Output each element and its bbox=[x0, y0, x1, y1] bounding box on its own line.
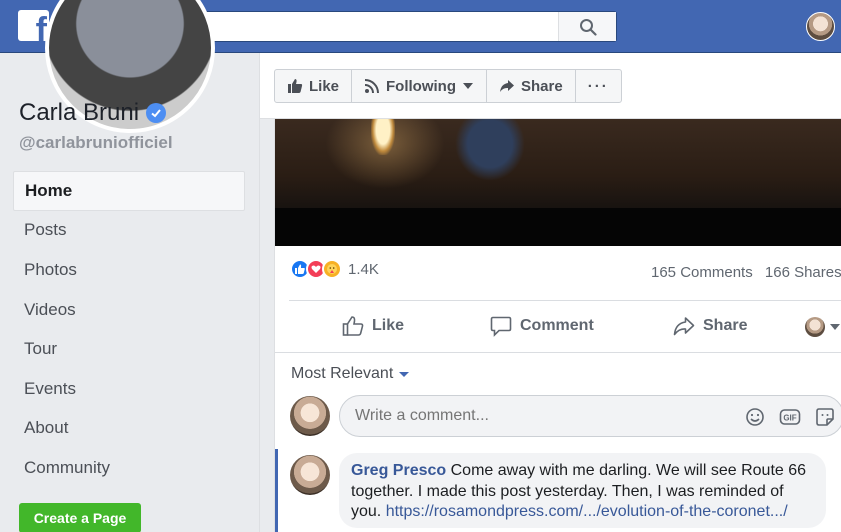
page-share-button[interactable]: Share bbox=[487, 70, 576, 102]
post-as-selector[interactable] bbox=[805, 317, 841, 337]
page-share-label: Share bbox=[521, 77, 563, 95]
comment-link[interactable]: https://rosamondpress.com/.../evolution-… bbox=[386, 503, 788, 520]
page-action-bar: Like Following Share ··· bbox=[260, 53, 841, 119]
post-comment-label: Comment bbox=[520, 317, 594, 334]
more-options-button[interactable]: ··· bbox=[576, 70, 621, 102]
page-action-group: Like Following Share ··· bbox=[274, 69, 622, 103]
nav-item-events[interactable]: Events bbox=[13, 369, 245, 409]
comment-highlight-rail bbox=[275, 449, 278, 532]
share-arrow-icon bbox=[500, 80, 514, 92]
emoji-icon[interactable] bbox=[744, 406, 766, 428]
facebook-logo[interactable]: f bbox=[18, 10, 49, 41]
following-label: Following bbox=[386, 77, 456, 95]
nav-item-posts[interactable]: Posts bbox=[13, 211, 245, 251]
mini-avatar bbox=[805, 317, 825, 337]
avatar[interactable] bbox=[290, 396, 330, 436]
thumbs-up-outline-icon bbox=[342, 316, 364, 336]
chevron-down-icon bbox=[830, 324, 840, 330]
post-like-button[interactable]: Like bbox=[342, 315, 404, 337]
comment-icon bbox=[490, 316, 512, 337]
post-video[interactable] bbox=[275, 119, 841, 246]
share-outline-icon bbox=[673, 317, 695, 336]
rss-icon bbox=[364, 79, 380, 94]
post-like-label: Like bbox=[372, 317, 405, 334]
video-lamp bbox=[371, 119, 395, 155]
page-like-label: Like bbox=[309, 77, 340, 95]
post-actions: Like Comment Share bbox=[275, 301, 841, 351]
search-icon bbox=[579, 18, 597, 36]
post-comment-button[interactable]: Comment bbox=[490, 315, 594, 337]
nav-item-tour[interactable]: Tour bbox=[13, 329, 245, 369]
chevron-down-icon bbox=[463, 83, 473, 89]
verified-badge-icon bbox=[146, 103, 167, 123]
page-name-text: Carla Bruni bbox=[19, 99, 140, 126]
gif-icon[interactable]: GIF bbox=[779, 406, 801, 428]
reactions-summary[interactable]: 1.4K bbox=[290, 259, 379, 279]
nav-item-home[interactable]: Home bbox=[13, 171, 245, 211]
page-title: Carla Bruni bbox=[19, 99, 167, 127]
comment-sort-label: Most Relevant bbox=[291, 365, 394, 382]
shares-count-link[interactable]: 166 Shares bbox=[765, 264, 841, 281]
post-stats: 165 Comments 166 Shares bbox=[651, 264, 841, 281]
comment-author[interactable]: Greg Presco bbox=[351, 462, 446, 479]
divider bbox=[275, 352, 841, 353]
care-reaction-icon bbox=[322, 259, 342, 279]
svg-text:GIF: GIF bbox=[783, 414, 796, 423]
chevron-down-icon bbox=[399, 371, 410, 377]
comments-count-link[interactable]: 165 Comments bbox=[651, 264, 753, 281]
reaction-count: 1.4K bbox=[348, 260, 379, 278]
nav-item-community[interactable]: Community bbox=[13, 448, 245, 488]
nav-item-photos[interactable]: Photos bbox=[13, 250, 245, 290]
sticker-icon[interactable] bbox=[814, 406, 836, 428]
page-username[interactable]: @carlabruniofficiel bbox=[19, 133, 173, 153]
search-button[interactable] bbox=[558, 12, 616, 41]
post-card: 1.4K 165 Comments 166 Shares Like Commen… bbox=[274, 119, 841, 532]
following-button[interactable]: Following bbox=[352, 70, 487, 102]
nav-item-videos[interactable]: Videos bbox=[13, 290, 245, 330]
comment-input[interactable] bbox=[340, 396, 720, 436]
user-avatar[interactable] bbox=[806, 12, 835, 41]
comment-sort-dropdown[interactable]: Most Relevant bbox=[291, 365, 410, 383]
nav-item-about[interactable]: About bbox=[13, 409, 245, 449]
comment-bubble: Greg Presco Come away with me darling. W… bbox=[339, 453, 826, 528]
create-page-button[interactable]: Create a Page bbox=[19, 503, 141, 532]
post-share-label: Share bbox=[703, 317, 748, 334]
page-sidebar: Carla Bruni @carlabruniofficiel Home Pos… bbox=[0, 0, 260, 532]
page-like-button[interactable]: Like bbox=[275, 70, 353, 102]
more-icon: ··· bbox=[587, 77, 609, 95]
page-nav: Home Posts Photos Videos Tour Events Abo… bbox=[13, 171, 245, 488]
thumbs-up-icon bbox=[288, 79, 303, 93]
post-share-button[interactable]: Share bbox=[673, 315, 747, 337]
avatar[interactable] bbox=[290, 455, 330, 495]
video-performer bbox=[455, 119, 525, 181]
comment-composer: GIF bbox=[339, 395, 841, 437]
